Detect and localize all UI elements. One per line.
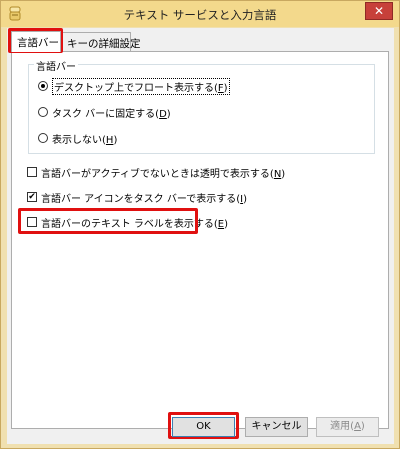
- dialog-window: テキスト サービスと入力言語 ✕ 言語バー キーの詳細設定 言語バー デスクトッ…: [0, 0, 400, 449]
- checkbox-show-icon-in-taskbar[interactable]: ✔ 言語バー アイコンをタスク バーで表示する(I): [27, 190, 247, 205]
- title-bar[interactable]: テキスト サービスと入力言語 ✕: [1, 1, 399, 27]
- window-title: テキスト サービスと入力言語: [123, 8, 277, 22]
- cancel-button[interactable]: キャンセル: [245, 417, 308, 437]
- label-text: 言語バー アイコンをタスク バーで表示する(: [41, 193, 241, 205]
- label-text: ): [113, 134, 118, 146]
- radio-label: 表示しない(H): [52, 131, 117, 146]
- label-text: 適用(: [330, 421, 355, 432]
- language-bar-groupbox: 言語バー デスクトップ上でフロート表示する(F) タスク バーに固定する(D) …: [28, 58, 375, 154]
- label-text: ): [223, 82, 228, 94]
- label-text: タスク バーに固定する(: [52, 108, 160, 120]
- access-key: A: [354, 421, 361, 432]
- tab-language-bar[interactable]: 言語バー: [11, 31, 61, 52]
- label-text: 表示しない(: [52, 134, 106, 146]
- label-text: ): [166, 108, 171, 120]
- label-text: ): [224, 218, 229, 230]
- checkbox-label: 言語バーがアクティブでないときは透明で表示する(N): [41, 165, 285, 180]
- access-key: D: [159, 108, 167, 120]
- groupbox-legend: 言語バー: [34, 58, 78, 73]
- label-text: 言語バーがアクティブでないときは透明で表示する(: [41, 168, 274, 180]
- tab-label: 言語バー: [17, 37, 59, 49]
- dialog-client-area: 言語バー キーの詳細設定 言語バー デスクトップ上でフロート表示する(F) タス…: [7, 28, 394, 444]
- label-text: デスクトップ上でフロート表示する(: [54, 82, 218, 94]
- radio-hidden[interactable]: 表示しない(H): [38, 131, 117, 146]
- checkbox[interactable]: [27, 167, 37, 177]
- radio-dock-in-taskbar[interactable]: タスク バーに固定する(D): [38, 105, 171, 120]
- radio-button[interactable]: [38, 133, 48, 143]
- close-button[interactable]: ✕: [365, 2, 393, 20]
- tab-panel-language-bar: 言語バー デスクトップ上でフロート表示する(F) タスク バーに固定する(D) …: [11, 51, 389, 429]
- highlight-text-labels-option: [18, 208, 198, 234]
- checkbox[interactable]: ✔: [27, 192, 37, 202]
- radio-button[interactable]: [38, 81, 48, 91]
- radio-label: タスク バーに固定する(D): [52, 105, 171, 120]
- radio-float-on-desktop[interactable]: デスクトップ上でフロート表示する(F): [38, 77, 230, 95]
- checkbox-transparent-when-inactive[interactable]: 言語バーがアクティブでないときは透明で表示する(N): [27, 165, 285, 180]
- ok-button[interactable]: OK: [172, 417, 235, 437]
- checkbox-label: 言語バー アイコンをタスク バーで表示する(I): [41, 190, 247, 205]
- radio-label: デスクトップ上でフロート表示する(F): [52, 77, 230, 95]
- radio-button[interactable]: [38, 107, 48, 117]
- tab-label: キーの詳細設定: [67, 38, 141, 50]
- label-text: ): [360, 421, 365, 432]
- apply-button[interactable]: 適用(A): [316, 417, 379, 437]
- label-text: ): [281, 168, 286, 180]
- close-icon: ✕: [373, 4, 385, 18]
- label-text: ): [243, 193, 248, 205]
- tab-advanced-key-settings[interactable]: キーの詳細設定: [61, 32, 141, 51]
- checkmark-icon: ✔: [28, 192, 36, 202]
